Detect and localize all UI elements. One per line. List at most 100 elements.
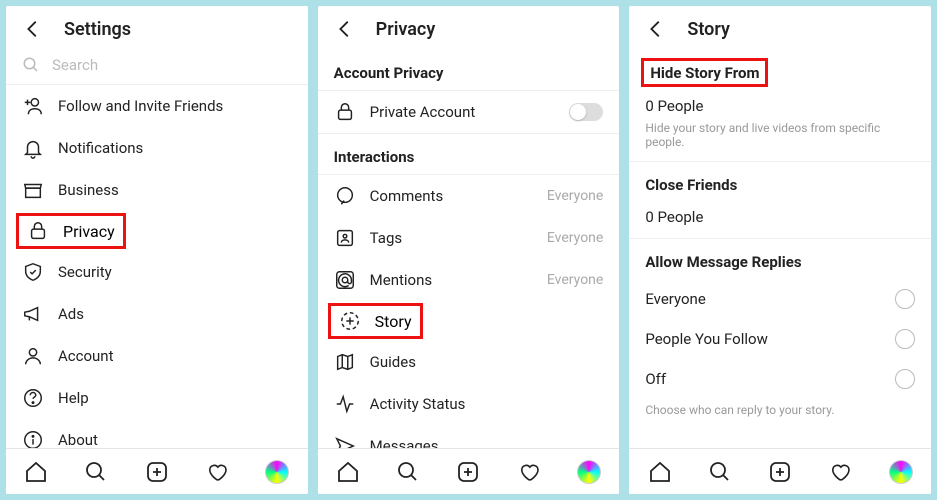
settings-item-account[interactable]: Account bbox=[6, 335, 308, 377]
settings-label: Account bbox=[58, 347, 292, 365]
settings-label: Notifications bbox=[58, 139, 292, 157]
close-friends-value[interactable]: 0 People bbox=[629, 202, 931, 239]
shop-icon bbox=[22, 179, 44, 201]
settings-item-business[interactable]: Business bbox=[6, 169, 308, 211]
activity-icon bbox=[334, 393, 356, 415]
privacy-item-mentions[interactable]: Mentions Everyone bbox=[318, 259, 620, 301]
settings-item-notifications[interactable]: Notifications bbox=[6, 127, 308, 169]
search-icon[interactable] bbox=[396, 460, 420, 484]
reply-option-off[interactable]: Off bbox=[629, 359, 931, 399]
privacy-trail: Everyone bbox=[547, 188, 603, 204]
radio-icon[interactable] bbox=[895, 329, 915, 349]
bottom-nav bbox=[6, 448, 308, 494]
reply-option-everyone[interactable]: Everyone bbox=[629, 279, 931, 319]
settings-label: Help bbox=[58, 389, 292, 407]
privacy-label: Story bbox=[375, 312, 412, 331]
info-icon bbox=[22, 429, 44, 448]
settings-item-privacy-highlighted[interactable]: Privacy bbox=[16, 213, 126, 249]
help-icon bbox=[22, 387, 44, 409]
new-post-icon[interactable] bbox=[456, 460, 480, 484]
comment-icon bbox=[334, 185, 356, 207]
mention-icon bbox=[334, 269, 356, 291]
search-icon[interactable] bbox=[708, 460, 732, 484]
lock-icon bbox=[27, 220, 49, 242]
settings-list: Follow and Invite Friends Notifications … bbox=[6, 85, 308, 448]
home-icon[interactable] bbox=[336, 460, 360, 484]
replies-hint: Choose who can reply to your story. bbox=[629, 399, 931, 429]
new-post-icon[interactable] bbox=[768, 460, 792, 484]
search-icon[interactable] bbox=[84, 460, 108, 484]
back-icon[interactable] bbox=[334, 18, 356, 40]
search-row[interactable]: Search bbox=[6, 50, 308, 85]
avatar[interactable] bbox=[577, 460, 601, 484]
privacy-label: Guides bbox=[370, 353, 604, 371]
new-post-icon[interactable] bbox=[145, 460, 169, 484]
reply-label: Everyone bbox=[645, 290, 881, 308]
avatar[interactable] bbox=[889, 460, 913, 484]
privacy-trail: Everyone bbox=[547, 272, 603, 288]
hide-story-header: Hide Story From bbox=[650, 64, 759, 82]
settings-label: Business bbox=[58, 181, 292, 199]
bell-icon bbox=[22, 137, 44, 159]
bottom-nav bbox=[318, 448, 620, 494]
settings-item-help[interactable]: Help bbox=[6, 377, 308, 419]
reply-label: People You Follow bbox=[645, 330, 881, 348]
radio-icon[interactable] bbox=[895, 289, 915, 309]
hide-story-value[interactable]: 0 People bbox=[629, 91, 931, 117]
search-placeholder: Search bbox=[52, 56, 98, 74]
reply-option-following[interactable]: People You Follow bbox=[629, 319, 931, 359]
privacy-trail: Everyone bbox=[547, 230, 603, 246]
bottom-nav bbox=[629, 448, 931, 494]
privacy-screen: Privacy Account Privacy Private Account … bbox=[318, 6, 620, 494]
privacy-label: Comments bbox=[370, 187, 533, 205]
home-icon[interactable] bbox=[24, 460, 48, 484]
page-title: Settings bbox=[64, 19, 131, 40]
megaphone-icon bbox=[22, 303, 44, 325]
settings-item-about[interactable]: About bbox=[6, 419, 308, 448]
privacy-item-activity[interactable]: Activity Status bbox=[318, 383, 620, 425]
privacy-label: Mentions bbox=[370, 271, 533, 289]
settings-item-security[interactable]: Security bbox=[6, 251, 308, 293]
add-user-icon bbox=[22, 95, 44, 117]
page-title: Privacy bbox=[376, 19, 436, 40]
messages-icon bbox=[334, 435, 356, 448]
privacy-item-guides[interactable]: Guides bbox=[318, 341, 620, 383]
privacy-item-tags[interactable]: Tags Everyone bbox=[318, 217, 620, 259]
story-content: Hide Story From 0 People Hide your story… bbox=[629, 50, 931, 448]
tag-icon bbox=[334, 227, 356, 249]
settings-screen: Settings Search Follow and Invite Friend… bbox=[6, 6, 308, 494]
story-icon bbox=[339, 310, 361, 332]
heart-icon[interactable] bbox=[517, 460, 541, 484]
settings-item-ads[interactable]: Ads bbox=[6, 293, 308, 335]
settings-label: About bbox=[58, 431, 292, 448]
shield-icon bbox=[22, 261, 44, 283]
heart-icon[interactable] bbox=[205, 460, 229, 484]
privacy-item-messages[interactable]: Messages bbox=[318, 425, 620, 448]
replies-header: Allow Message Replies bbox=[629, 239, 931, 279]
section-account-privacy: Account Privacy bbox=[318, 50, 620, 90]
privacy-item-comments[interactable]: Comments Everyone bbox=[318, 174, 620, 217]
settings-label: Privacy bbox=[63, 222, 115, 241]
header: Settings bbox=[6, 6, 308, 50]
avatar[interactable] bbox=[265, 460, 289, 484]
search-icon bbox=[22, 56, 40, 74]
settings-item-follow[interactable]: Follow and Invite Friends bbox=[6, 85, 308, 127]
header: Story bbox=[629, 6, 931, 50]
back-icon[interactable] bbox=[645, 18, 667, 40]
user-icon bbox=[22, 345, 44, 367]
privacy-label: Messages bbox=[370, 437, 604, 448]
back-icon[interactable] bbox=[22, 18, 44, 40]
story-screen: Story Hide Story From 0 People Hide your… bbox=[629, 6, 931, 494]
reply-label: Off bbox=[645, 370, 881, 388]
hide-story-header-highlighted: Hide Story From bbox=[641, 58, 768, 87]
lock-icon bbox=[334, 101, 356, 123]
home-icon[interactable] bbox=[648, 460, 672, 484]
private-account-row[interactable]: Private Account bbox=[318, 90, 620, 134]
private-account-label: Private Account bbox=[370, 103, 556, 121]
radio-icon[interactable] bbox=[895, 369, 915, 389]
header: Privacy bbox=[318, 6, 620, 50]
guides-icon bbox=[334, 351, 356, 373]
heart-icon[interactable] bbox=[828, 460, 852, 484]
toggle-off[interactable] bbox=[569, 103, 603, 121]
privacy-item-story-highlighted[interactable]: Story bbox=[328, 303, 423, 339]
